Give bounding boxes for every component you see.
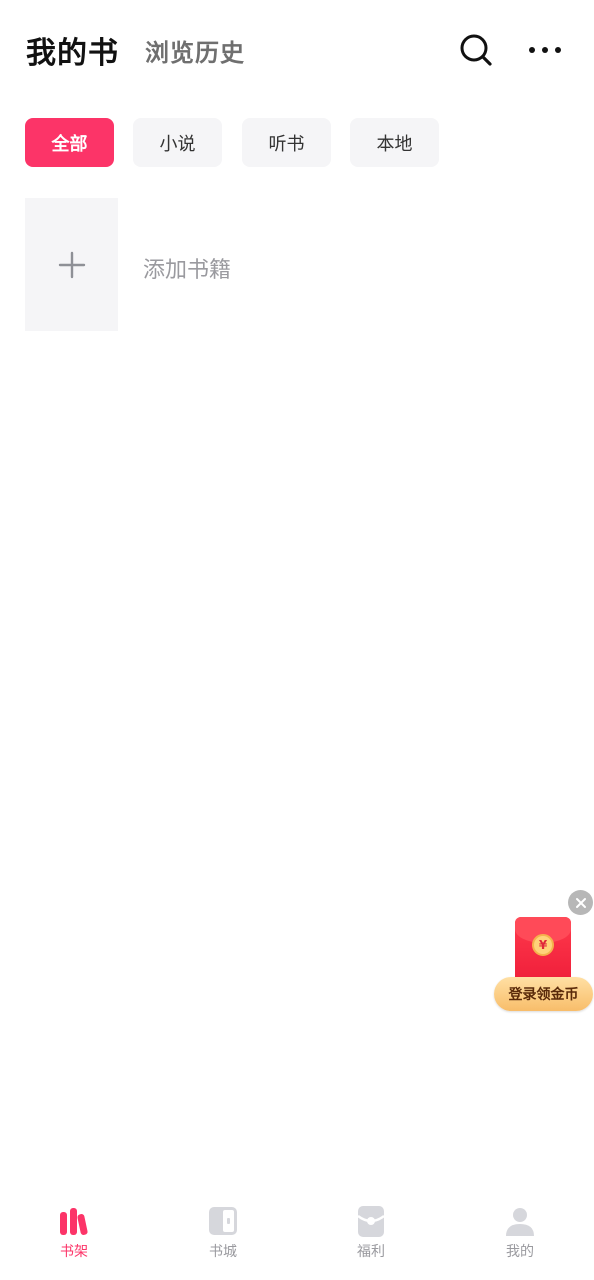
tab-browse-history[interactable]: 浏览历史 [145, 33, 245, 68]
login-reward-widget: ¥ 登录领金币 [494, 889, 594, 1013]
filter-all[interactable]: 全部 [25, 118, 114, 167]
search-button[interactable] [456, 30, 496, 70]
bookshelf-icon [60, 1208, 88, 1235]
profile-icon [506, 1208, 534, 1236]
nav-bookstore-label: 书城 [209, 1244, 237, 1260]
nav-profile-label: 我的 [506, 1244, 534, 1260]
close-icon [575, 897, 586, 908]
nav-welfare-label: 福利 [357, 1244, 385, 1260]
nav-profile[interactable]: 我的 [480, 1204, 560, 1264]
welfare-icon [357, 1206, 385, 1237]
nav-welfare[interactable]: 福利 [331, 1204, 411, 1264]
bookshelf-page: 我的书 浏览历史 全部 小说 听书 本地 添加书籍 ¥ 登录领金币 书架 书城 … [0, 0, 594, 1280]
bottom-nav: 书架 书城 福利 我的 [0, 1190, 594, 1280]
red-packet-icon[interactable]: ¥ [515, 917, 571, 983]
add-book-button[interactable] [25, 198, 118, 331]
more-button[interactable] [524, 30, 566, 70]
nav-bookshelf-label: 书架 [60, 1244, 88, 1260]
filter-local[interactable]: 本地 [350, 118, 439, 167]
filter-novel[interactable]: 小说 [133, 118, 222, 167]
nav-bookstore[interactable]: 书城 [183, 1204, 263, 1264]
close-promo-button[interactable] [568, 890, 593, 915]
plus-icon [58, 251, 85, 278]
login-reward-button[interactable]: 登录领金币 [494, 977, 593, 1011]
add-book-label[interactable]: 添加书籍 [143, 252, 231, 284]
coin-icon: ¥ [532, 934, 554, 956]
header: 我的书 浏览历史 [0, 0, 594, 98]
search-icon [460, 34, 492, 66]
more-icon [529, 47, 561, 53]
filter-audiobook[interactable]: 听书 [242, 118, 331, 167]
nav-bookshelf[interactable]: 书架 [34, 1204, 114, 1264]
page-title[interactable]: 我的书 [26, 28, 119, 72]
bookstore-icon [209, 1207, 237, 1235]
